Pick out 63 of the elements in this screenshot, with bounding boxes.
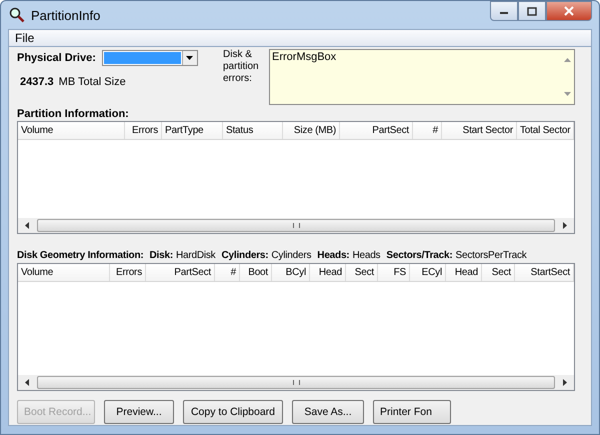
column-header[interactable]: Head bbox=[310, 264, 346, 281]
column-header[interactable]: BCyl bbox=[272, 264, 310, 281]
column-header[interactable]: Boot bbox=[240, 264, 272, 281]
maximize-icon bbox=[527, 6, 537, 16]
scroll-right-icon bbox=[563, 222, 567, 229]
column-header[interactable]: Total Sector bbox=[517, 122, 574, 139]
section-title: Partition Information: bbox=[17, 108, 130, 121]
column-header[interactable]: PartSect bbox=[340, 122, 413, 139]
column-header[interactable]: FS bbox=[378, 264, 410, 281]
maximize-button[interactable] bbox=[518, 1, 546, 21]
field-value: HardDisk bbox=[176, 250, 216, 261]
close-icon bbox=[564, 6, 574, 16]
field-label: Heads: bbox=[317, 250, 350, 261]
minimize-button[interactable] bbox=[490, 1, 518, 21]
drive-dropdown[interactable] bbox=[102, 50, 198, 66]
field-label: Disk: bbox=[150, 250, 173, 261]
scroll-left-icon bbox=[25, 379, 29, 386]
push-button[interactable]: Preview... bbox=[104, 400, 174, 424]
column-header[interactable]: # bbox=[413, 122, 442, 139]
column-header[interactable]: Errors bbox=[110, 264, 146, 281]
column-header[interactable]: Errors bbox=[125, 122, 162, 139]
field-label: Sectors/Track: bbox=[386, 250, 453, 261]
caret-icon bbox=[186, 56, 194, 60]
push-button[interactable]: Printer Fon bbox=[373, 400, 451, 424]
column-header[interactable]: Size (MB) bbox=[283, 122, 340, 139]
section-title: Disk Geometry Information: bbox=[17, 250, 144, 261]
horizontal-scrollbar[interactable] bbox=[18, 218, 574, 233]
column-header[interactable]: Sect bbox=[482, 264, 515, 281]
scroll-left-icon bbox=[25, 222, 29, 229]
window-title: PartitionInfo bbox=[31, 8, 100, 22]
column-header[interactable]: Volume bbox=[18, 122, 125, 139]
total-size-value: 2437.3 bbox=[20, 76, 54, 88]
geometry-list[interactable]: Volume Errors PartSect # Boot BCyl Head Sect FS ECyl Head Sect StartSect bbox=[17, 263, 575, 391]
column-header[interactable]: StartSect bbox=[515, 264, 574, 281]
scroll-thumb[interactable] bbox=[37, 376, 555, 389]
field-value: Cylinders bbox=[271, 250, 312, 261]
scroll-right-icon bbox=[563, 379, 567, 386]
column-header[interactable]: # bbox=[215, 264, 240, 281]
scroll-up-icon bbox=[564, 58, 570, 62]
physical-drive-label: Physical Drive: bbox=[17, 52, 96, 64]
scroll-down-icon bbox=[564, 92, 570, 96]
horizontal-scrollbar[interactable] bbox=[18, 375, 574, 390]
scroll-thumb[interactable] bbox=[37, 219, 555, 232]
total-size-unit: MB Total Size bbox=[58, 76, 126, 88]
errors-textbox[interactable]: ErrorMsgBox bbox=[269, 49, 575, 105]
magnifier-icon bbox=[9, 7, 25, 23]
column-header[interactable]: Volume bbox=[18, 264, 110, 281]
close-button[interactable] bbox=[546, 1, 592, 21]
column-header[interactable]: Sect bbox=[346, 264, 378, 281]
partition-list[interactable]: Volume Errors PartType Status Size (MB) PartSect # Start Sector Total Sector bbox=[17, 121, 575, 234]
column-header[interactable]: ECyl bbox=[410, 264, 446, 281]
field-value: SectorsPerTrack bbox=[456, 250, 527, 261]
column-header[interactable]: Head bbox=[446, 264, 482, 281]
errors-label: Disk & partition errors: bbox=[223, 49, 260, 86]
column-header[interactable]: Start Sector bbox=[442, 122, 517, 139]
column-header[interactable]: PartType bbox=[162, 122, 223, 139]
menu-item[interactable]: File bbox=[9, 31, 40, 45]
field-label: Cylinders: bbox=[222, 250, 268, 261]
push-button[interactable]: Save As... bbox=[292, 400, 364, 424]
field-value: Heads bbox=[352, 250, 380, 261]
column-header[interactable]: Status bbox=[223, 122, 283, 139]
push-button[interactable]: Copy to Clipboard bbox=[183, 400, 283, 424]
column-header[interactable]: PartSect bbox=[146, 264, 215, 281]
